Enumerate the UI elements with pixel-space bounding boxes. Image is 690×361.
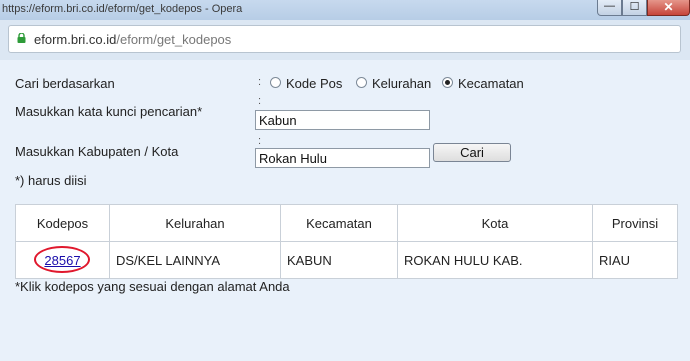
keyword-input[interactable] bbox=[255, 110, 430, 130]
table-row: 28567 DS/KEL LAINNYA KABUN ROKAN HULU KA… bbox=[15, 241, 678, 279]
search-button[interactable]: Cari bbox=[433, 143, 511, 162]
radio-kode-pos[interactable] bbox=[270, 77, 281, 88]
close-icon: ✕ bbox=[663, 0, 674, 14]
cell-kecamatan: KABUN bbox=[280, 241, 398, 279]
cell-kodepos: 28567 bbox=[15, 241, 110, 279]
maximize-icon: ☐ bbox=[629, 1, 640, 13]
header-kecamatan: Kecamatan bbox=[280, 204, 398, 242]
cell-provinsi: RIAU bbox=[592, 241, 678, 279]
radio-kecamatan[interactable] bbox=[442, 77, 453, 88]
city-label: Masukkan Kabupaten / Kota bbox=[15, 144, 179, 159]
window-title: https://eform.bri.co.id/eform/get_kodepo… bbox=[2, 3, 243, 15]
radio-kode-pos-label[interactable]: Kode Pos bbox=[286, 76, 342, 91]
minimize-button[interactable]: — bbox=[597, 0, 622, 16]
results-table: Kodepos Kelurahan Kecamatan Kota Provins… bbox=[15, 204, 678, 279]
url-path: /eform/get_kodepos bbox=[116, 32, 232, 47]
lock-icon bbox=[17, 33, 26, 43]
colon-search-by: : bbox=[258, 76, 262, 88]
table-header-row: Kodepos Kelurahan Kecamatan Kota Provins… bbox=[15, 204, 678, 242]
radio-kecamatan-label[interactable]: Kecamatan bbox=[458, 76, 524, 91]
window-titlebar: https://eform.bri.co.id/eform/get_kodepo… bbox=[0, 0, 690, 20]
required-note: *) harus diisi bbox=[15, 173, 87, 188]
footer-note: *Klik kodepos yang sesuai dengan alamat … bbox=[15, 279, 290, 294]
colon-keyword: : bbox=[258, 95, 262, 107]
minimize-icon: — bbox=[604, 0, 615, 12]
header-kota: Kota bbox=[397, 204, 593, 242]
maximize-button[interactable]: ☐ bbox=[622, 0, 647, 16]
colon-city: : bbox=[258, 135, 262, 147]
search-by-label: Cari berdasarkan bbox=[15, 76, 115, 91]
page-content: Cari berdasarkan : Kode Pos Kelurahan Ke… bbox=[0, 60, 690, 361]
city-input[interactable] bbox=[255, 148, 430, 168]
cell-kota: ROKAN HULU KAB. bbox=[397, 241, 593, 279]
url-domain: eform.bri.co.id bbox=[34, 32, 117, 47]
address-bar[interactable]: eform.bri.co.id/eform/get_kodepos bbox=[8, 25, 681, 53]
radio-kelurahan-label[interactable]: Kelurahan bbox=[372, 76, 431, 91]
url-text: eform.bri.co.id/eform/get_kodepos bbox=[34, 32, 231, 47]
cell-kelurahan: DS/KEL LAINNYA bbox=[109, 241, 281, 279]
keyword-label: Masukkan kata kunci pencarian* bbox=[15, 104, 203, 119]
header-kodepos: Kodepos bbox=[15, 204, 110, 242]
radio-kelurahan[interactable] bbox=[356, 77, 367, 88]
close-button[interactable]: ✕ bbox=[647, 0, 690, 16]
highlight-circle bbox=[34, 246, 90, 273]
header-kelurahan: Kelurahan bbox=[109, 204, 281, 242]
header-provinsi: Provinsi bbox=[592, 204, 678, 242]
